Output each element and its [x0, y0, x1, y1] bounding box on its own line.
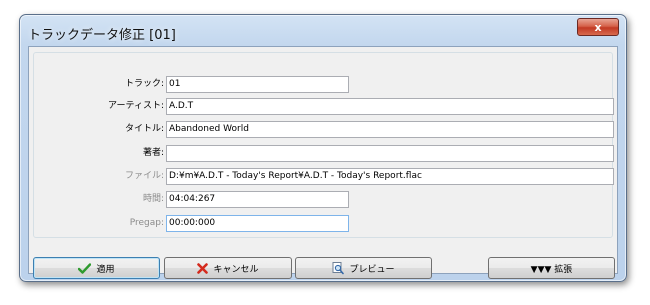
close-icon: x	[594, 20, 602, 34]
pregap-label: Pregap:	[129, 218, 164, 228]
red-x-icon	[197, 262, 209, 274]
track-label: トラック:	[124, 79, 164, 89]
apply-button-label: 適用	[96, 264, 115, 275]
preview-button-label: プレビュー	[349, 264, 395, 275]
file-label: ファイル:	[124, 171, 164, 181]
apply-button[interactable]: 適用	[33, 257, 160, 279]
expand-button[interactable]: ▼▼▼ 拡張	[488, 257, 615, 279]
check-icon	[78, 262, 92, 274]
track-fields-group: トラック: 01 アーティスト: A.D.T タイトル: Abandoned W…	[33, 52, 614, 238]
time-label: 時間:	[142, 194, 164, 204]
expand-button-label: ▼▼▼ 拡張	[530, 264, 573, 275]
file-field[interactable]: D:¥m¥A.D.T - Today's Report¥A.D.T - Toda…	[166, 168, 614, 185]
title-field[interactable]: Abandoned World	[166, 121, 614, 138]
preview-magnifier-icon	[332, 261, 345, 275]
author-field[interactable]	[166, 145, 614, 162]
preview-button[interactable]: プレビュー	[295, 257, 432, 279]
track-field[interactable]: 01	[166, 76, 349, 93]
cancel-button[interactable]: キャンセル	[164, 257, 292, 279]
artist-label: アーティスト:	[108, 101, 164, 111]
dialog-window: トラックデータ修正 [01] x トラック: 01 アーティスト: A.D.T …	[19, 14, 627, 282]
close-button[interactable]: x	[577, 18, 619, 36]
author-label: 著者:	[142, 148, 164, 158]
dialog-client-area: トラック: 01 アーティスト: A.D.T タイトル: Abandoned W…	[28, 46, 618, 279]
time-field[interactable]: 04:04:267	[166, 191, 349, 208]
title-label: タイトル:	[124, 124, 164, 134]
window-title: トラックデータ修正 [01]	[28, 28, 176, 43]
pregap-field[interactable]: 00:00:000	[166, 215, 349, 232]
cancel-button-label: キャンセル	[213, 264, 259, 275]
artist-field[interactable]: A.D.T	[166, 98, 614, 115]
